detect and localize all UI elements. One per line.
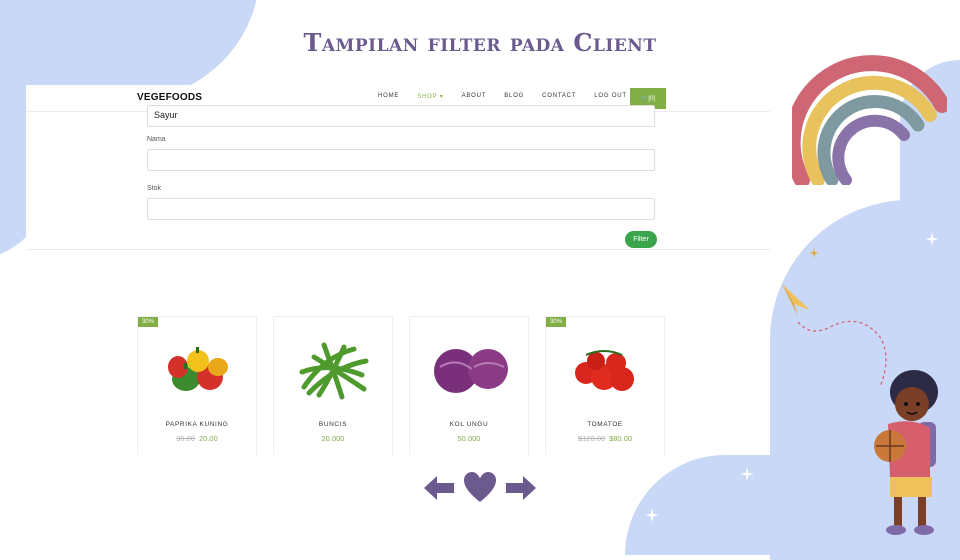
stok-label: Stok — [147, 185, 162, 192]
product-price: 50.000 — [410, 434, 528, 443]
nav-logout[interactable]: LOG OUT — [594, 93, 627, 100]
new-price: 20.00 — [199, 434, 218, 443]
old-price: $120.00 — [577, 434, 606, 443]
kol-ungu-image — [434, 349, 508, 393]
product-price: $120.00 $80.00 — [546, 434, 664, 443]
app-screenshot: VEGEFOODS HOME SHOP ▾ ABOUT BLOG CONTACT… — [26, 85, 770, 455]
product-name: BUNCIS — [318, 421, 348, 428]
product-card[interactable]: KOL UNGU 50.000 — [409, 316, 529, 455]
discount-badge: 30% — [138, 317, 159, 327]
rainbow-icon — [792, 55, 947, 185]
old-price: 30.00 — [176, 434, 195, 443]
new-price: $80.00 — [609, 434, 633, 443]
stok-field[interactable] — [147, 198, 655, 220]
nav-contact[interactable]: CONTACT — [542, 93, 576, 100]
sparkle-icon — [740, 467, 754, 481]
nav-blog[interactable]: BLOG — [504, 93, 524, 100]
heart-icon[interactable] — [464, 472, 496, 502]
nav-about[interactable]: ABOUT — [462, 93, 487, 100]
discount-badge: 30% — [546, 317, 567, 327]
tomato-image — [575, 350, 634, 391]
product-card[interactable]: 30% TOMATOE $120.00 $80.00 — [545, 316, 665, 455]
nav-home[interactable]: HOME — [378, 93, 399, 100]
background-blob-bottom — [625, 455, 825, 555]
arrow-left-icon[interactable] — [424, 476, 454, 500]
brand-logo[interactable]: VEGEFOODS — [137, 92, 202, 103]
slide-navigation — [424, 472, 536, 504]
product-price: 30.00 20.00 — [138, 434, 256, 443]
sparkle-icon — [645, 508, 659, 522]
new-price: 50.000 — [457, 434, 481, 443]
product-name: TOMATOE — [587, 421, 623, 428]
sparkle-icon — [809, 248, 819, 258]
nama-label: Nama — [147, 136, 166, 143]
nav-shop[interactable]: SHOP ▾ — [417, 93, 443, 100]
filter-form: Sayur Nama Stok Filter — [26, 105, 770, 250]
nav-links: HOME SHOP ▾ ABOUT BLOG CONTACT LOG OUT — [378, 93, 645, 100]
product-name: KOL UNGU — [449, 421, 489, 428]
product-card[interactable]: BUNCIS 20.000 — [273, 316, 393, 455]
paprika-image — [168, 347, 228, 391]
product-name: PAPRIKA KUNING — [165, 421, 229, 428]
nama-field[interactable] — [147, 149, 655, 171]
slide-title: Tampilan filter pada Client — [303, 28, 657, 57]
sparkle-icon — [880, 172, 896, 188]
product-card[interactable]: 30% PAPRIKA KUNING 30.00 20.00 — [137, 316, 257, 455]
kid-illustration — [874, 370, 938, 535]
filter-button[interactable]: Filter — [625, 231, 657, 248]
sparkle-icon — [925, 232, 939, 246]
new-price: 20.000 — [321, 434, 345, 443]
product-price: 20.000 — [274, 434, 392, 443]
buncis-image — [299, 342, 369, 400]
kategori-field[interactable]: Sayur — [147, 105, 655, 127]
arrow-right-icon[interactable] — [506, 476, 536, 500]
